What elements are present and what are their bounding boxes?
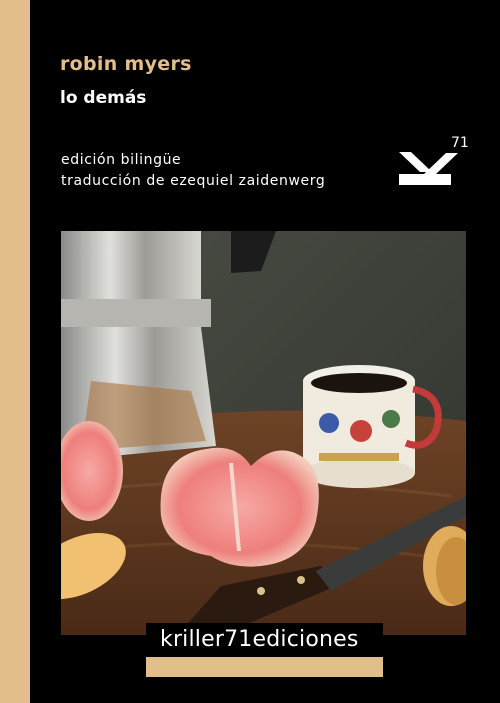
cover-photo [61, 231, 466, 635]
publisher-accent-bar [146, 657, 383, 677]
still-life-photo [61, 231, 466, 635]
publisher-name: kriller71ediciones [160, 627, 359, 652]
publisher-logo: 71 [396, 130, 472, 192]
cover-spine-stripe [0, 0, 30, 703]
logo-number: 71 [451, 135, 469, 151]
k-logo-icon: 71 [399, 135, 469, 185]
translation-credit: traducción de ezequiel zaidenwerg [61, 173, 326, 189]
author-name: robin myers [60, 53, 192, 75]
book-title: lo demás [60, 88, 147, 108]
edition-note: edición bilingüe [61, 152, 182, 168]
